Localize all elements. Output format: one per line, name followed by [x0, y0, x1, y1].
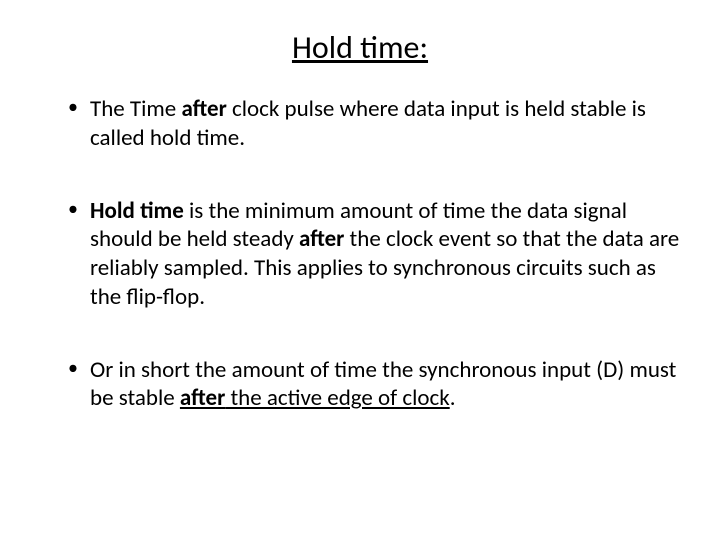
text-run-bold: after [181, 95, 226, 123]
text-run: . [450, 384, 456, 412]
text-run: The Time [90, 95, 181, 123]
slide-title: Hold time: [40, 28, 680, 67]
bullet-list: The Time after clock pulse where data in… [40, 95, 680, 413]
text-run-bold-underline: after [180, 384, 225, 412]
bullet-item: Or in short the amount of time the synch… [68, 356, 680, 414]
text-run-bold: Hold time [90, 197, 184, 225]
bullet-item: Hold time is the minimum amount of time … [68, 197, 680, 312]
text-run-bold: after [299, 225, 344, 253]
text-run-underline: the active edge of clock [225, 384, 449, 412]
bullet-item: The Time after clock pulse where data in… [68, 95, 680, 153]
